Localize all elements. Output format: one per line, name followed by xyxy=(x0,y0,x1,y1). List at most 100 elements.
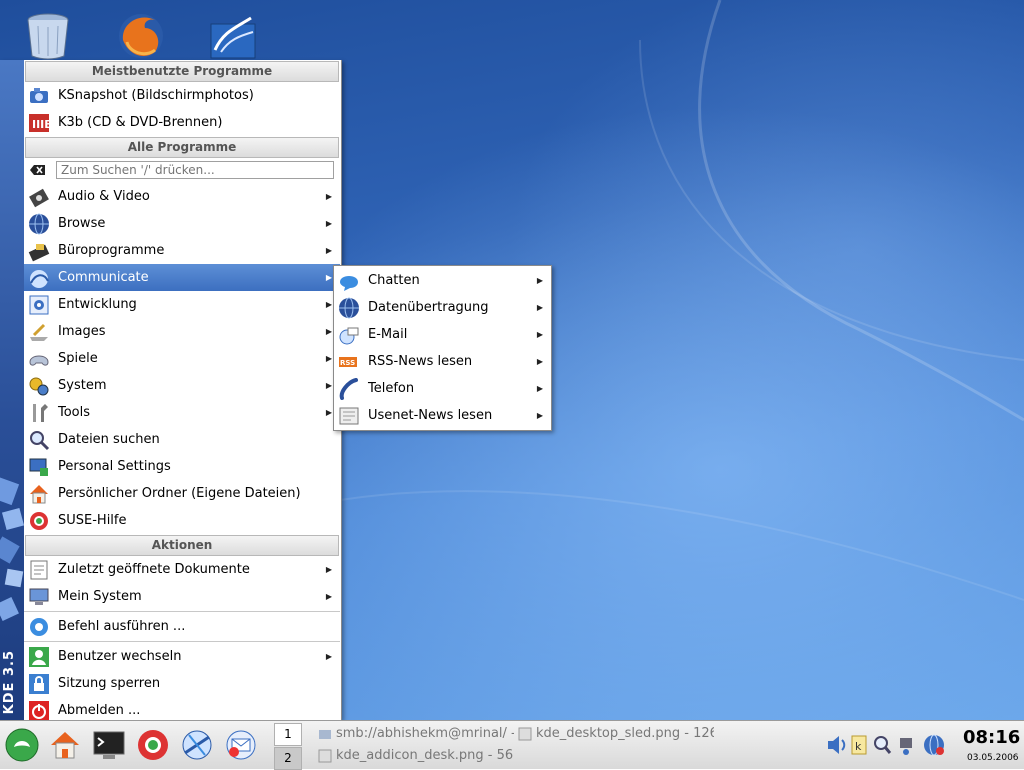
globe-icon xyxy=(338,297,360,319)
task-button[interactable]: smb://abhishekm@mrinal/ - K xyxy=(318,724,514,744)
submenu-item-email[interactable]: E-Mail ▶ xyxy=(334,321,551,348)
submenu-arrow-icon: ▶ xyxy=(536,384,543,393)
menu-item-images[interactable]: Images ▶ xyxy=(24,318,340,345)
menu-item-label: Befehl ausführen ... xyxy=(58,619,186,634)
submenu-item-label: Chatten xyxy=(368,273,420,288)
submenu-item-usenet[interactable]: Usenet-News lesen ▶ xyxy=(334,402,551,429)
folder-icon xyxy=(318,727,332,741)
cube-decoration xyxy=(0,476,24,621)
clear-search-icon[interactable] xyxy=(30,164,46,180)
home-icon xyxy=(28,483,50,505)
menu-sidebar: KDE 3.5 xyxy=(0,60,24,720)
k-menu: KDE 3.5 Meistbenutzte Programme KSnapsho… xyxy=(0,60,342,721)
submenu-item-rss[interactable]: RSS RSS-News lesen ▶ xyxy=(334,348,551,375)
submenu-arrow-icon: ▶ xyxy=(325,192,332,201)
lifebuoy-icon[interactable] xyxy=(135,727,171,763)
submenu-item-label: Usenet-News lesen xyxy=(368,408,493,423)
menu-item-label: Büroprogramme xyxy=(58,243,165,258)
menu-item-label: Audio & Video xyxy=(58,189,150,204)
submenu-arrow-icon: ▶ xyxy=(325,219,332,228)
submenu-arrow-icon: ▶ xyxy=(325,300,332,309)
trash-icon[interactable] xyxy=(22,10,74,62)
submenu-item-file-transfer[interactable]: Datenübertragung ▶ xyxy=(334,294,551,321)
menu-item-personal-settings[interactable]: Personal Settings xyxy=(24,453,340,480)
update-globe-icon[interactable] xyxy=(924,734,944,756)
menu-item-games[interactable]: Spiele ▶ xyxy=(24,345,340,372)
konqueror-icon[interactable] xyxy=(179,727,215,763)
program-list: Audio & Video ▶ Browse ▶ Büroprogramme ▶… xyxy=(24,183,340,534)
mail-client-icon[interactable] xyxy=(223,727,259,763)
search-row xyxy=(24,158,340,183)
terminal-icon[interactable] xyxy=(91,727,127,763)
task-label: kde_addicon_desk.png - 562 xyxy=(336,748,514,763)
menu-item-home-folder[interactable]: Persönlicher Ordner (Eigene Dateien) xyxy=(24,480,340,507)
development-icon xyxy=(28,294,50,316)
menu-item-k3b[interactable]: IIIB K3b (CD & DVD-Brennen) xyxy=(24,109,340,136)
menu-item-label: Mein System xyxy=(58,589,142,604)
lifebuoy-icon xyxy=(28,510,50,532)
rss-icon: RSS xyxy=(338,351,360,373)
separator xyxy=(24,641,340,642)
magnifier-icon[interactable] xyxy=(874,736,892,754)
openoffice-icon[interactable] xyxy=(207,10,259,62)
menu-item-communicate[interactable]: Communicate ▶ xyxy=(24,264,340,291)
submenu-arrow-icon: ▶ xyxy=(325,565,332,574)
menu-item-run-command[interactable]: Befehl ausführen ... xyxy=(24,613,340,640)
menu-item-recent-documents[interactable]: Zuletzt geöffnete Dokumente ▶ xyxy=(24,556,340,583)
task-button[interactable]: kde_desktop_sled.png - 126 xyxy=(518,724,714,744)
task-button[interactable]: kde_addicon_desk.png - 562 xyxy=(318,746,514,766)
submenu-arrow-icon: ▶ xyxy=(325,354,332,363)
menu-item-switch-user[interactable]: Benutzer wechseln ▶ xyxy=(24,643,340,670)
image-file-icon xyxy=(518,727,532,741)
submenu-item-chat[interactable]: Chatten ▶ xyxy=(334,267,551,294)
communicate-submenu: Chatten ▶ Datenübertragung ▶ E-Mail ▶ RS… xyxy=(333,265,552,431)
menu-item-tools[interactable]: Tools ▶ xyxy=(24,399,340,426)
menu-item-label: Entwicklung xyxy=(58,297,137,312)
task-label: kde_desktop_sled.png - 126 xyxy=(536,726,714,741)
menu-item-label: Personal Settings xyxy=(58,459,171,474)
globe-icon xyxy=(28,213,50,235)
menu-item-development[interactable]: Entwicklung ▶ xyxy=(24,291,340,318)
submenu-item-label: E-Mail xyxy=(368,327,408,342)
pager-desktop-1[interactable]: 1 xyxy=(274,723,302,746)
menu-item-office[interactable]: Büroprogramme ▶ xyxy=(24,237,340,264)
menu-item-system[interactable]: System ▶ xyxy=(24,372,340,399)
taskbar-panel: 1 2 smb://abhishekm@mrinal/ - K kde_desk… xyxy=(0,720,1024,770)
klipper-icon[interactable]: k xyxy=(851,735,867,755)
k3b-icon: IIIB xyxy=(28,112,53,134)
network-icon[interactable] xyxy=(900,738,912,755)
gear-icon xyxy=(28,616,50,638)
menu-item-audio-video[interactable]: Audio & Video ▶ xyxy=(24,183,340,210)
menu-item-suse-help[interactable]: SUSE-Hilfe xyxy=(24,507,340,534)
search-input[interactable] xyxy=(56,161,334,179)
menu-item-label: KSnapshot (Bildschirmphotos) xyxy=(58,88,254,103)
menu-item-find-files[interactable]: Dateien suchen xyxy=(24,426,340,453)
menu-item-label: Persönlicher Ordner (Eigene Dateien) xyxy=(58,486,301,501)
svg-text:IIIB: IIIB xyxy=(32,118,50,131)
submenu-item-phone[interactable]: Telefon ▶ xyxy=(334,375,551,402)
document-icon xyxy=(28,559,50,581)
menu-item-lock-session[interactable]: Sitzung sperren xyxy=(24,670,340,697)
clock-time[interactable]: 08:16 xyxy=(963,727,1020,748)
clapperboard-icon xyxy=(28,186,50,208)
home-icon[interactable] xyxy=(47,727,83,763)
menu-item-label: Images xyxy=(58,324,106,339)
firefox-icon[interactable] xyxy=(115,10,167,62)
submenu-arrow-icon: ▶ xyxy=(325,327,332,336)
newspaper-icon xyxy=(338,405,360,427)
task-label: smb://abhishekm@mrinal/ - K xyxy=(336,726,514,741)
menu-item-label: K3b (CD & DVD-Brennen) xyxy=(58,115,223,130)
submenu-arrow-icon: ▶ xyxy=(325,408,332,417)
menu-item-ksnapshot[interactable]: KSnapshot (Bildschirmphotos) xyxy=(24,82,340,109)
pager-desktop-2[interactable]: 2 xyxy=(274,747,302,770)
k-menu-button[interactable] xyxy=(4,727,40,763)
volume-icon[interactable] xyxy=(828,736,846,754)
communicate-icon xyxy=(28,267,50,289)
menu-item-browse[interactable]: Browse ▶ xyxy=(24,210,340,237)
tools-icon xyxy=(28,402,50,424)
svg-text:RSS: RSS xyxy=(340,359,355,367)
submenu-arrow-icon: ▶ xyxy=(536,330,543,339)
magnifier-icon xyxy=(28,429,50,451)
menu-item-my-system[interactable]: Mein System ▶ xyxy=(24,583,340,610)
submenu-item-label: RSS-News lesen xyxy=(368,354,473,369)
